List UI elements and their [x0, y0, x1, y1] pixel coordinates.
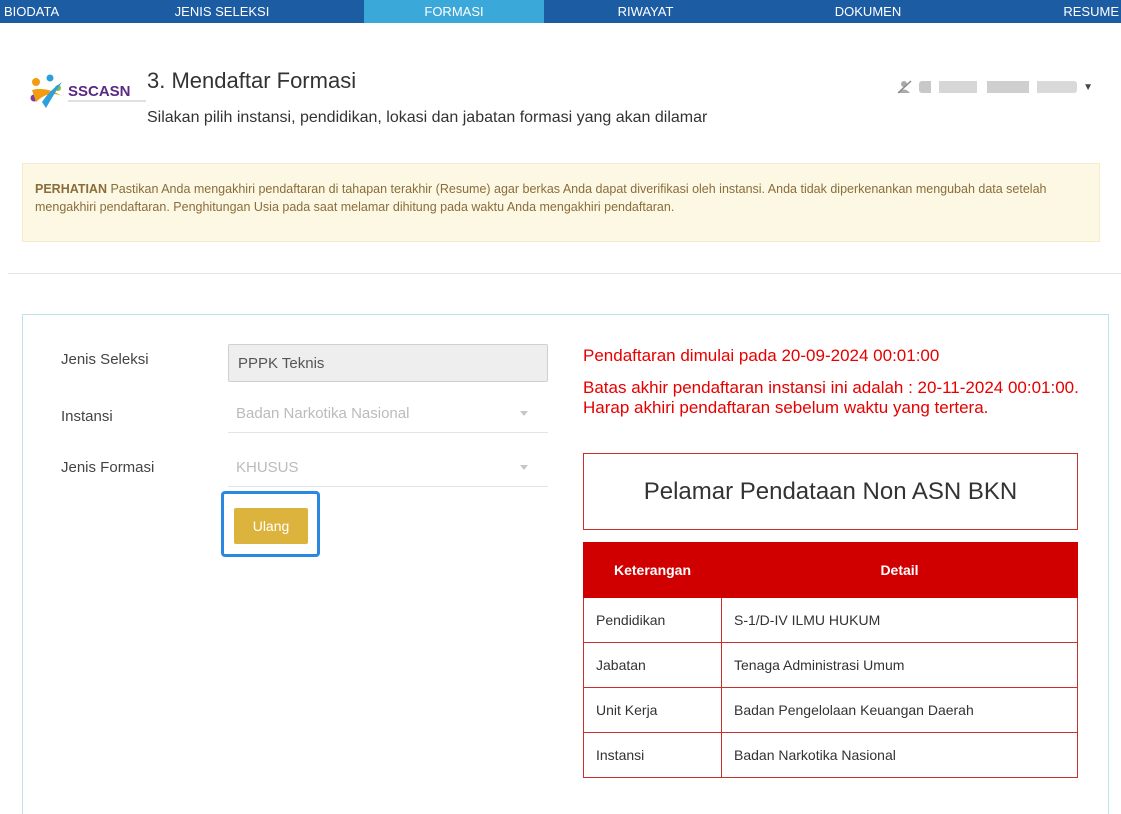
jenis-formasi-value: KHUSUS	[236, 459, 299, 476]
deadline-notice: Batas akhir pendaftaran instansi ini ada…	[583, 378, 1079, 417]
tab-resume[interactable]: RESUME	[989, 0, 1121, 23]
table-row: Unit Kerja Badan Pengelolaan Keuangan Da…	[583, 687, 1078, 733]
applicant-type-box: Pelamar Pendataan Non ASN BKN	[583, 453, 1078, 530]
user-menu[interactable]: ▼	[897, 80, 1093, 94]
tab-jenis-seleksi[interactable]: JENIS SELEKSI	[80, 0, 364, 23]
row-value: Badan Narkotika Nasional	[721, 732, 1078, 778]
row-value: Tenaga Administrasi Umum	[721, 642, 1078, 688]
jenis-seleksi-label: Jenis Seleksi	[61, 351, 149, 368]
tab-biodata[interactable]: BIODATA	[0, 0, 80, 23]
start-notice: Pendaftaran dimulai pada 20-09-2024 00:0…	[583, 346, 940, 365]
divider	[8, 273, 1121, 274]
header-detail: Detail	[721, 542, 1078, 598]
row-key: Jabatan	[583, 642, 722, 688]
jenis-seleksi-field: PPPK Teknis	[228, 344, 548, 382]
tab-riwayat[interactable]: RIWAYAT	[544, 0, 747, 23]
tab-dokumen[interactable]: DOKUMEN	[747, 0, 989, 23]
row-value: Badan Pengelolaan Keuangan Daerah	[721, 687, 1078, 733]
instansi-value: Badan Narkotika Nasional	[236, 405, 410, 422]
row-key: Unit Kerja	[583, 687, 722, 733]
user-name-redacted	[919, 81, 1078, 93]
detail-table: Keterangan Detail Pendidikan S-1/D-IV IL…	[583, 542, 1078, 778]
warning-alert: PERHATIAN Pastikan Anda mengakhiri penda…	[22, 163, 1100, 242]
table-row: Pendidikan S-1/D-IV ILMU HUKUM	[583, 597, 1078, 643]
page-subtitle: Silakan pilih instansi, pendidikan, loka…	[147, 109, 708, 126]
header-keterangan: Keterangan	[583, 542, 722, 598]
row-key: Pendidikan	[583, 597, 722, 643]
table-row: Jabatan Tenaga Administrasi Umum	[583, 642, 1078, 688]
table-row: Instansi Badan Narkotika Nasional	[583, 732, 1078, 778]
row-key: Instansi	[583, 732, 722, 778]
top-nav: BIODATA JENIS SELEKSI FORMASI RIWAYAT DO…	[0, 0, 1121, 23]
tab-formasi[interactable]: FORMASI	[364, 0, 544, 23]
jenis-formasi-select[interactable]: KHUSUS	[228, 449, 548, 487]
sscasn-logo-icon: SSCASN	[30, 74, 146, 108]
user-off-icon	[897, 80, 912, 94]
alert-strong-label: PERHATIAN	[35, 182, 107, 196]
chevron-down-icon: ▼	[1083, 81, 1093, 93]
page-title: 3. Mendaftar Formasi	[147, 68, 357, 93]
instansi-select[interactable]: Badan Narkotika Nasional	[228, 395, 548, 433]
select-arrow-icon	[520, 411, 528, 416]
instansi-label: Instansi	[61, 408, 113, 425]
jenis-formasi-label: Jenis Formasi	[61, 459, 155, 476]
logo-text: SSCASN	[68, 83, 131, 100]
ulang-button[interactable]: Ulang	[234, 508, 308, 544]
alert-text: Pastikan Anda mengakhiri pendaftaran di …	[35, 182, 1047, 214]
select-arrow-icon	[520, 465, 528, 470]
table-header-row: Keterangan Detail	[583, 542, 1078, 598]
sscasn-logo: SSCASN	[28, 72, 148, 114]
row-value: S-1/D-IV ILMU HUKUM	[721, 597, 1078, 643]
